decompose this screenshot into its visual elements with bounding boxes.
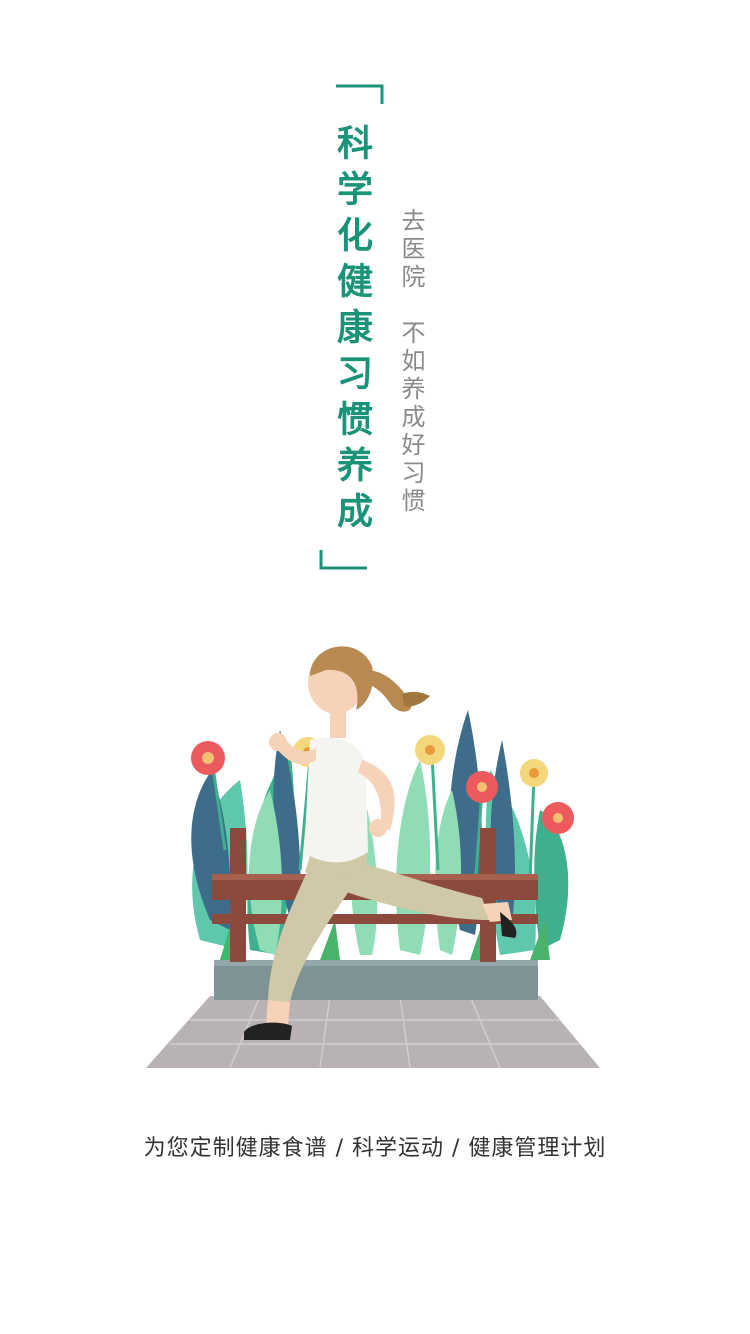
headline-title: 科学化健康习惯养成 xyxy=(331,124,372,538)
splash-screen: 科学化健康习惯养成 去医院 不如养成好习惯 为您定制健康食谱 / 科学运动 / … xyxy=(0,0,750,1334)
bracket-top-right-icon xyxy=(336,84,384,106)
bracket-bottom-left-icon xyxy=(319,548,367,570)
subtitle-line-1: 去医院 xyxy=(397,208,425,292)
woman-running-illustration xyxy=(140,620,610,1080)
subtitle-line-2: 不如养成好习惯 xyxy=(397,320,425,516)
tagline-text: 为您定制健康食谱 / 科学运动 / 健康管理计划 xyxy=(143,1136,607,1161)
